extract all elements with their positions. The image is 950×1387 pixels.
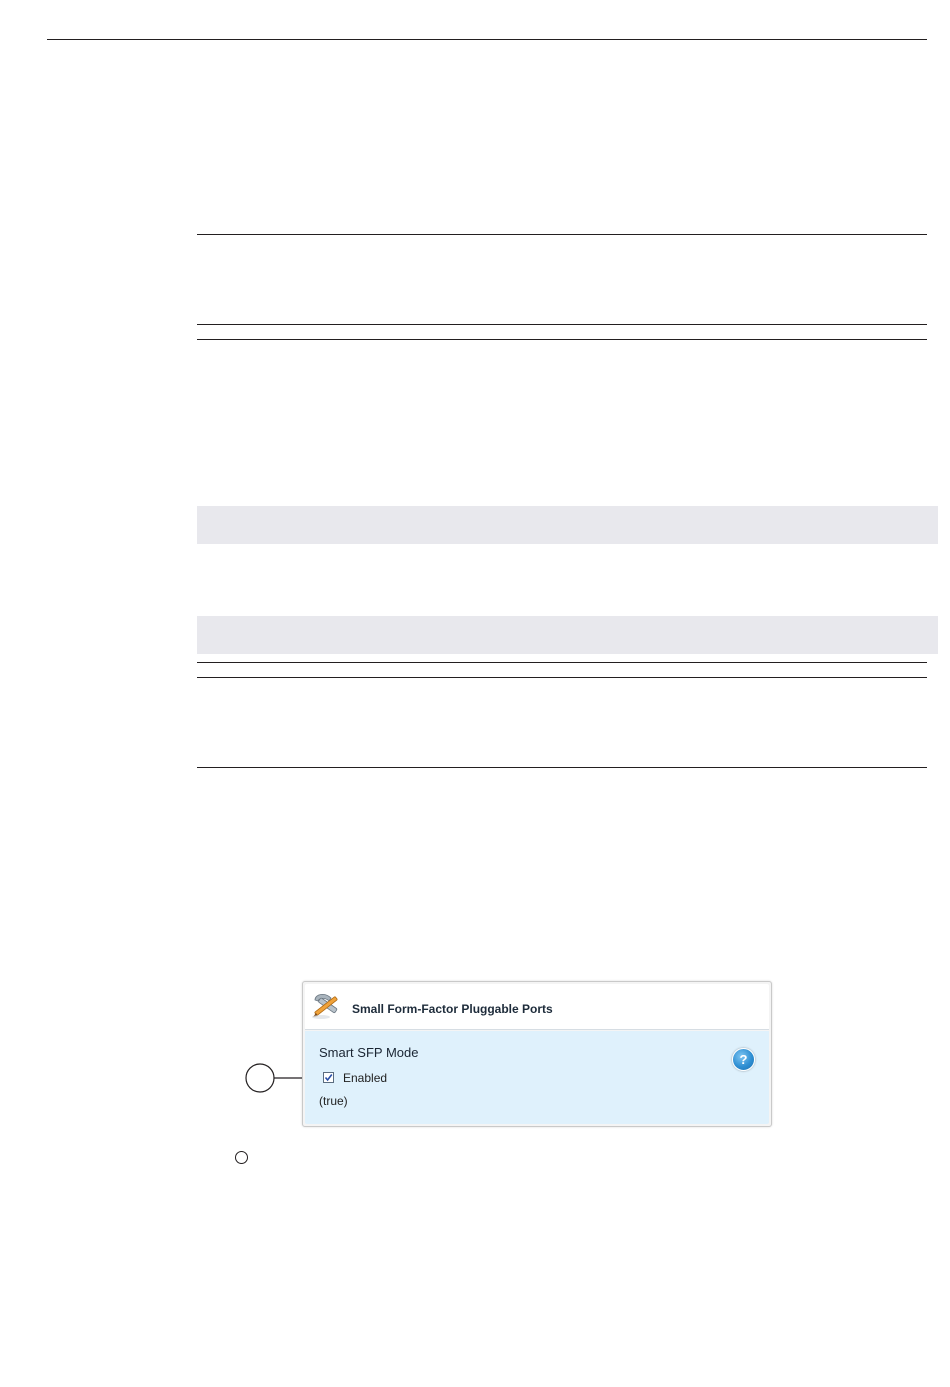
- header-rule: [47, 39, 927, 40]
- panel-title: Small Form-Factor Pluggable Ports: [352, 1002, 553, 1016]
- table-bottom-rule: [197, 767, 927, 768]
- shaded-block: [197, 616, 938, 654]
- table-top-rule: [197, 234, 927, 235]
- checkbox-label: Enabled: [343, 1071, 388, 1085]
- sfp-panel: Small Form-Factor Pluggable Ports Smart …: [302, 981, 772, 1127]
- panel-header: Small Form-Factor Pluggable Ports: [305, 984, 769, 1030]
- callout-reference: [235, 1151, 248, 1164]
- help-button[interactable]: ?: [732, 1048, 755, 1071]
- shaded-block: [197, 506, 938, 544]
- wrench-pencil-icon: [312, 994, 338, 1019]
- table-rule: [197, 662, 927, 663]
- enabled-checkbox[interactable]: [323, 1072, 334, 1083]
- current-value: (true): [319, 1094, 348, 1108]
- check-icon: [324, 1074, 333, 1082]
- table-rule: [197, 339, 927, 340]
- field-label: Smart SFP Mode: [319, 1045, 419, 1060]
- table-rule: [197, 677, 927, 678]
- panel-body: Smart SFP Mode Enabled (true) ?: [305, 1031, 769, 1124]
- question-icon: ?: [739, 1052, 748, 1067]
- table-rule: [197, 324, 927, 325]
